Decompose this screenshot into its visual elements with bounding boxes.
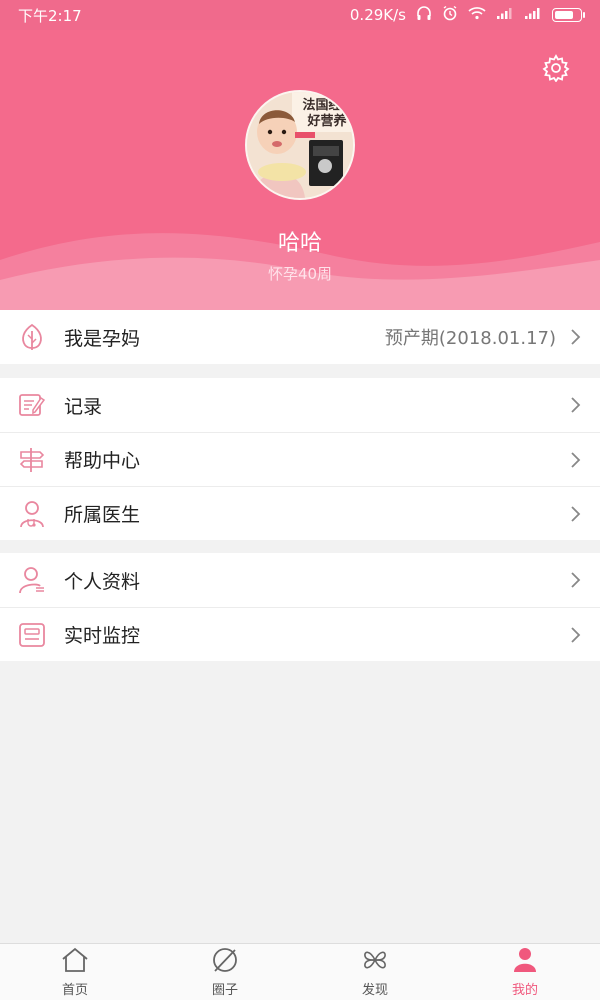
tab-discover[interactable]: 发现 [300,944,450,1000]
signal-icon-2 [524,6,542,24]
row-records[interactable]: 记录 [0,378,600,432]
row-label: 我是孕妈 [64,327,141,350]
avatar[interactable]: 法国经 好营养 [245,90,355,200]
pregnancy-week: 怀孕40周 [267,265,333,283]
home-icon [60,947,90,977]
wifi-icon [468,6,486,24]
chevron-right-icon [570,571,582,589]
menu-group-pregnancy: 我是孕妈 预产期(2018.01.17) [0,310,600,364]
profile-header: 法国经 好营养 哈哈 怀孕40周 [0,30,600,310]
tab-label: 圈子 [211,982,238,998]
row-monitor[interactable]: 实时监控 [0,607,600,661]
menu-group-account: 个人资料 实时监控 [0,553,600,661]
row-doctor[interactable]: 所属医生 [0,486,600,540]
chevron-right-icon [570,396,582,414]
circle-leaf-icon [210,947,240,977]
row-label: 实时监控 [64,625,141,647]
chevron-right-icon [570,626,582,644]
row-pregnant-mom[interactable]: 我是孕妈 预产期(2018.01.17) [0,310,600,364]
monitor-icon [18,621,46,649]
menu-group-services: 记录 帮助中心 所属医生 [0,378,600,540]
tab-circle[interactable]: 圈子 [150,944,300,1000]
alarm-icon [442,5,458,25]
row-label: 记录 [64,395,103,418]
tab-label: 首页 [61,982,88,998]
avatar-text-1: 法国经 [302,97,341,113]
tab-label: 我的 [511,982,538,998]
avatar-text-2: 好营养 [306,113,347,129]
row-label: 所属医生 [64,504,141,526]
leaf-icon [18,323,46,351]
status-bar: 下午2:17 0.29K/s [0,0,600,30]
signpost-icon [18,446,46,474]
status-time: 下午2:17 [18,6,82,25]
network-speed: 0.29K/s [349,6,406,24]
due-date-value: 预产期(2018.01.17) [384,328,556,349]
headphones-icon [416,5,432,25]
tab-home[interactable]: 首页 [0,944,150,1000]
signal-icon-1 [496,6,514,24]
username: 哈哈 [277,231,322,256]
clover-icon [360,947,390,977]
battery-icon [552,8,585,22]
tab-label: 发现 [361,982,388,998]
chevron-right-icon [570,328,582,346]
bottom-tab-bar: 首页 圈子 发现 我的 [0,943,600,1000]
notes-icon [18,391,46,419]
row-profile[interactable]: 个人资料 [0,553,600,607]
row-label: 帮助中心 [64,450,141,472]
row-label: 个人资料 [64,570,141,593]
user-icon [510,947,540,977]
row-help-center[interactable]: 帮助中心 [0,432,600,486]
chevron-right-icon [570,505,582,523]
avatar-image: 法国经 好营养 [247,92,353,198]
gear-icon[interactable] [542,54,570,83]
profile-icon [18,566,46,594]
doctor-icon [18,500,46,528]
status-icons: 0.29K/s [349,5,585,25]
tab-mine[interactable]: 我的 [450,944,600,1000]
chevron-right-icon [570,451,582,469]
